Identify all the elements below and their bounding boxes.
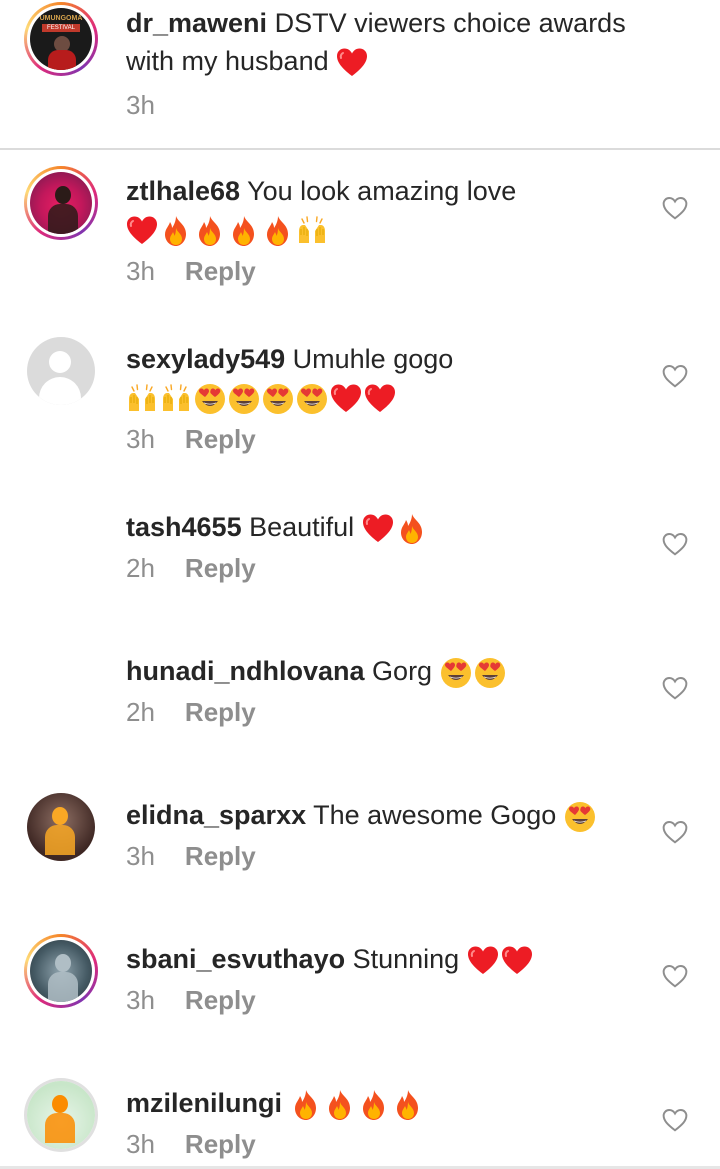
comment-avatar[interactable] xyxy=(24,1078,98,1152)
red-heart-icon xyxy=(501,945,533,977)
comment-body: Umuhle gogo xyxy=(292,344,454,374)
reply-button[interactable]: Reply xyxy=(185,424,256,454)
post-caption: UMUNGOMA FESTIVAL dr_maweni DSTV viewers… xyxy=(0,0,720,148)
comment-time: 3h xyxy=(126,985,155,1015)
comment-body: Stunning xyxy=(352,944,460,974)
avatar-banner-text: FESTIVAL xyxy=(42,24,80,32)
like-heart-icon[interactable] xyxy=(662,820,692,848)
like-heart-icon[interactable] xyxy=(662,196,692,224)
fire-icon xyxy=(396,513,428,545)
red-heart-icon xyxy=(336,47,368,79)
raising-hands-icon xyxy=(296,215,328,247)
raising-hands-icon xyxy=(160,383,192,415)
reply-button[interactable]: Reply xyxy=(185,841,256,871)
comment-text: sbani_esvuthayo Stunning xyxy=(126,940,646,978)
heart-eyes-icon xyxy=(474,657,506,689)
fire-icon xyxy=(160,215,192,247)
comment-username[interactable]: hunadi_ndhlovana xyxy=(126,656,365,686)
fire-icon xyxy=(290,1089,322,1121)
heart-eyes-icon xyxy=(194,383,226,415)
comment-username[interactable]: ztlhale68 xyxy=(126,176,240,206)
comment-time: 2h xyxy=(126,553,155,583)
caption-body-line2: with my husband xyxy=(126,46,329,76)
reply-button[interactable]: Reply xyxy=(185,697,256,727)
heart-eyes-icon xyxy=(440,657,472,689)
comment-meta: 3h Reply xyxy=(126,985,256,1016)
comment-username[interactable]: sbani_esvuthayo xyxy=(126,944,345,974)
reply-button[interactable]: Reply xyxy=(185,1129,256,1159)
red-heart-icon xyxy=(467,945,499,977)
fire-icon xyxy=(262,215,294,247)
comment-text: elidna_sparxx The awesome Gogo xyxy=(126,796,646,834)
comment-body: Gorg xyxy=(372,656,433,686)
comment-text: hunadi_ndhlovana Gorg xyxy=(126,652,646,690)
caption-divider xyxy=(0,148,720,150)
caption-text: dr_maweni DSTV viewers choice awards wit… xyxy=(126,4,646,80)
caption-username[interactable]: dr_maweni xyxy=(126,8,267,38)
comment-time: 2h xyxy=(126,697,155,727)
caption-avatar[interactable]: UMUNGOMA FESTIVAL xyxy=(24,2,98,76)
like-heart-icon[interactable] xyxy=(662,1108,692,1136)
reply-button[interactable]: Reply xyxy=(185,256,256,286)
red-heart-icon xyxy=(126,215,158,247)
fire-icon xyxy=(358,1089,390,1121)
heart-eyes-icon xyxy=(564,801,596,833)
fire-icon xyxy=(324,1089,356,1121)
comment-avatar[interactable] xyxy=(24,934,98,1008)
comment-body: Beautiful xyxy=(249,512,355,542)
avatar-badge-text: UMUNGOMA xyxy=(39,15,83,22)
comment-avatar[interactable] xyxy=(24,334,98,408)
comment-body: You look amazing love xyxy=(247,176,517,206)
comment-time: 3h xyxy=(126,256,155,286)
red-heart-icon xyxy=(330,383,362,415)
comment-username[interactable]: elidna_sparxx xyxy=(126,800,306,830)
caption-time: 3h xyxy=(126,90,155,120)
reply-button[interactable]: Reply xyxy=(185,985,256,1015)
fire-icon xyxy=(392,1089,424,1121)
fire-icon xyxy=(228,215,260,247)
red-heart-icon xyxy=(364,383,396,415)
comment-username[interactable]: tash4655 xyxy=(126,512,242,542)
comment-meta: 2h Reply xyxy=(126,553,256,584)
comment-time: 3h xyxy=(126,424,155,454)
like-heart-icon[interactable] xyxy=(662,676,692,704)
comment-body: The awesome Gogo xyxy=(313,800,557,830)
comment-meta: 3h Reply xyxy=(126,424,256,455)
comment-meta: 3h Reply xyxy=(126,841,256,872)
comment-username[interactable]: sexylady549 xyxy=(126,344,285,374)
raising-hands-icon xyxy=(126,383,158,415)
comment-text: mzilenilungi xyxy=(126,1084,646,1122)
comment-avatar[interactable] xyxy=(24,790,98,864)
heart-eyes-icon xyxy=(228,383,260,415)
like-heart-icon[interactable] xyxy=(662,964,692,992)
heart-eyes-icon xyxy=(262,383,294,415)
comment-text: ztlhale68 You look amazing love xyxy=(126,172,646,248)
fire-icon xyxy=(194,215,226,247)
comment-username[interactable]: mzilenilungi xyxy=(126,1088,282,1118)
comment-text: tash4655 Beautiful xyxy=(126,508,646,546)
comment-meta: 3h Reply xyxy=(126,1129,256,1160)
reply-button[interactable]: Reply xyxy=(185,553,256,583)
caption-body: DSTV viewers choice awards xyxy=(274,8,626,38)
red-heart-icon xyxy=(362,513,394,545)
comment-time: 3h xyxy=(126,841,155,871)
comment-avatar[interactable] xyxy=(24,166,98,240)
comment-meta: 2h Reply xyxy=(126,697,256,728)
comment-time: 3h xyxy=(126,1129,155,1159)
like-heart-icon[interactable] xyxy=(662,532,692,560)
heart-eyes-icon xyxy=(296,383,328,415)
comment-meta: 3h Reply xyxy=(126,256,256,287)
comment-text: sexylady549 Umuhle gogo xyxy=(126,340,646,416)
like-heart-icon[interactable] xyxy=(662,364,692,392)
